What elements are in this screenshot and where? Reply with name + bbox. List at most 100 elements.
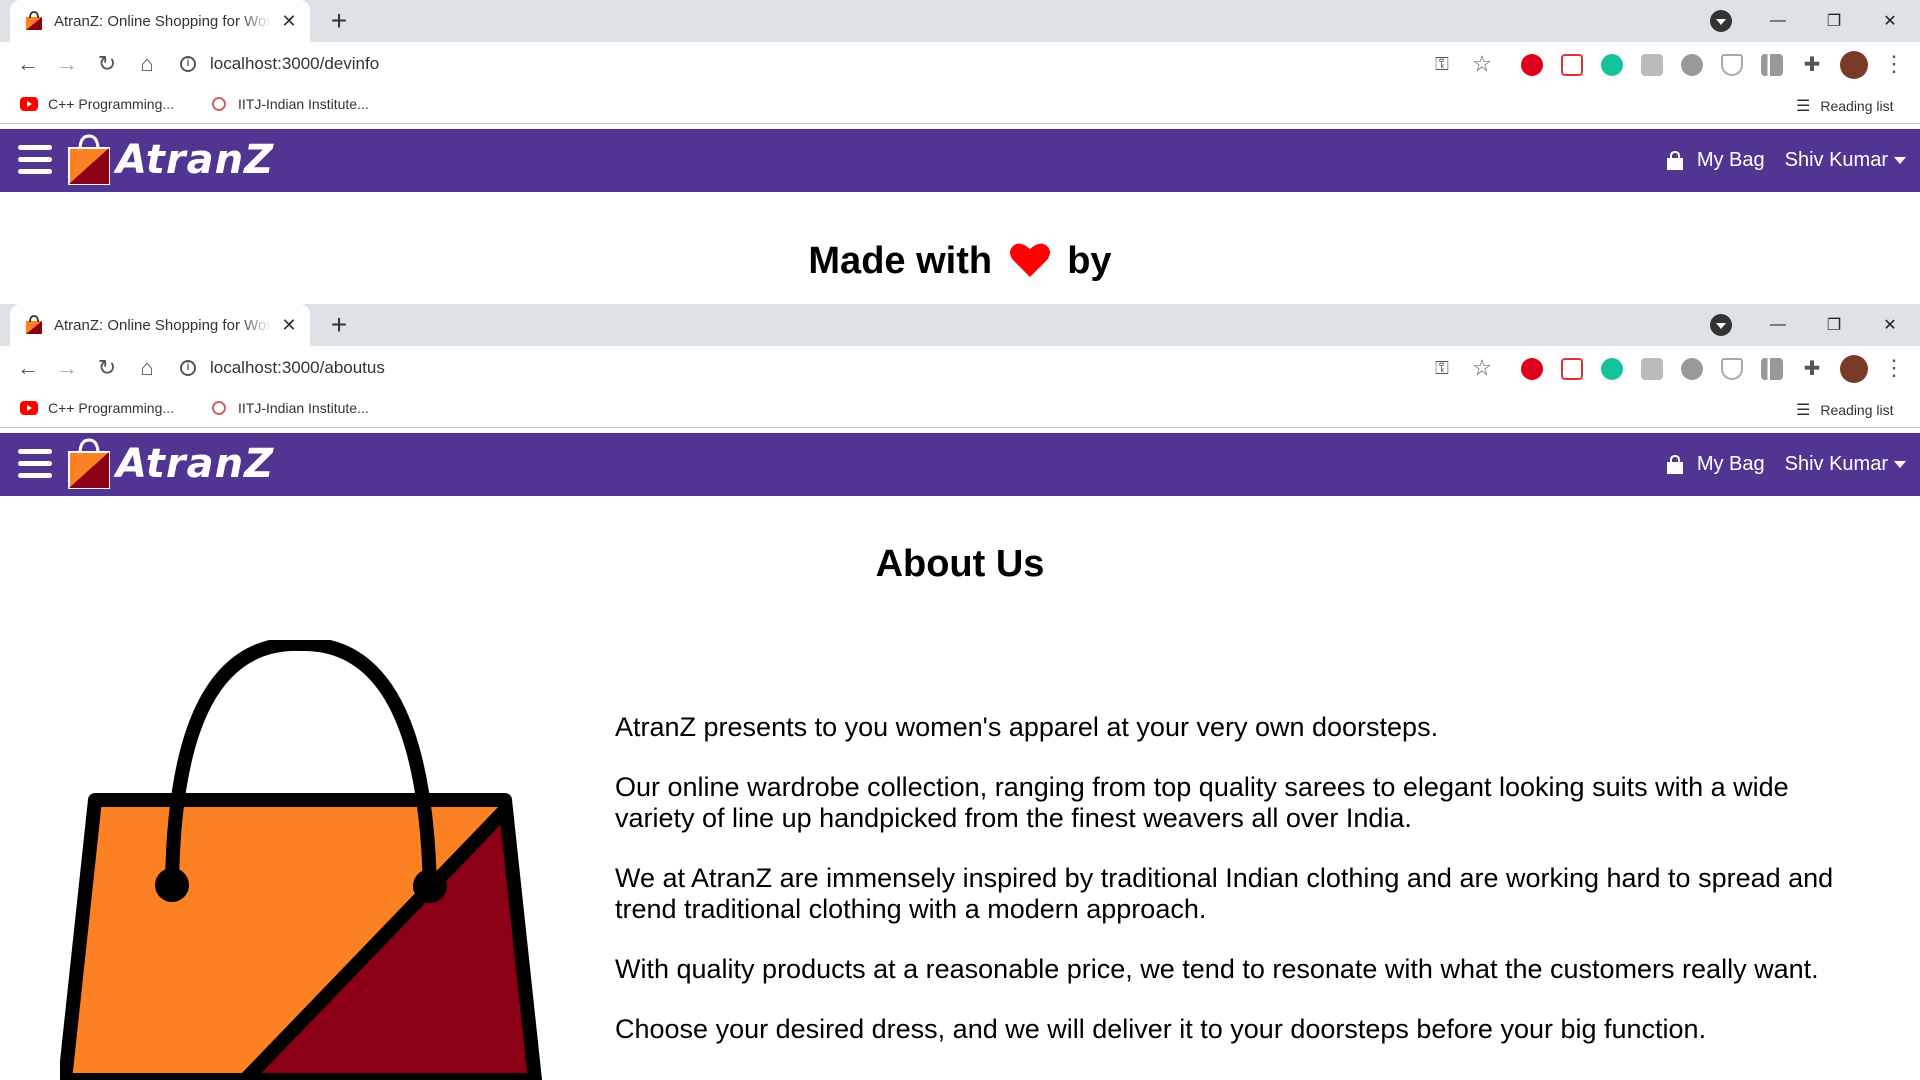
made-with-heading: Made with by [0, 240, 1920, 283]
my-bag-link[interactable]: My Bag [1697, 149, 1765, 172]
tab-close-icon[interactable]: ✕ [280, 315, 298, 336]
browser-window-2: AtranZ: Online Shopping for Women ✕ + — … [0, 304, 1920, 428]
bookmark-label: C++ Programming... [48, 400, 175, 416]
browser-tab[interactable]: AtranZ: Online Shopping for Women ✕ [10, 0, 310, 42]
tab-close-icon[interactable]: ✕ [280, 11, 298, 32]
tab-title: AtranZ: Online Shopping for Women [54, 12, 272, 30]
iitj-logo-icon [212, 401, 226, 415]
logo-text[interactable]: AtranZ [116, 441, 274, 487]
bookmarks-bar: C++ Programming... IITJ-Indian Institute… [0, 390, 1920, 428]
youtube-icon [20, 97, 38, 111]
key-icon[interactable]: ⚿ [1428, 50, 1456, 78]
caret-down-icon [1894, 461, 1906, 469]
user-menu[interactable]: Shiv Kumar [1785, 149, 1906, 172]
profile-avatar[interactable] [1840, 355, 1868, 383]
address-bar[interactable]: i localhost:3000/aboutus [180, 352, 1410, 384]
about-text: AtranZ presents to you women's apparel a… [615, 712, 1875, 1074]
url-text: localhost:3000/devinfo [210, 54, 380, 73]
restore-icon[interactable]: ❐ [1806, 304, 1862, 346]
reading-list-label: Reading list [1820, 98, 1894, 114]
bookmark-item[interactable]: IITJ-Indian Institute... [210, 96, 369, 112]
grammarly-icon[interactable] [1601, 358, 1623, 380]
extension-cloud-icon[interactable] [1681, 54, 1703, 76]
reading-list-button[interactable]: ☰ Reading list [1796, 96, 1894, 116]
shopping-bag-icon [1666, 150, 1683, 170]
menu-kebab-icon[interactable]: ⋮ [1880, 354, 1908, 382]
navbar-right: My Bag Shiv Kumar [1665, 129, 1906, 192]
bookmark-item[interactable]: C++ Programming... [20, 96, 174, 112]
about-paragraph: Choose your desired dress, and we will d… [615, 1014, 1707, 1044]
about-paragraph: We at AtranZ are immensely inspired by t… [615, 863, 1834, 924]
reload-icon[interactable]: ↻ [93, 50, 121, 78]
extension-cloud-icon[interactable] [1681, 358, 1703, 380]
browser-tab[interactable]: AtranZ: Online Shopping for Women ✕ [10, 304, 310, 346]
extension-pocket-icon[interactable] [1561, 54, 1583, 76]
extension-chart-icon[interactable] [1761, 54, 1783, 76]
iitj-logo-icon [212, 97, 226, 111]
close-window-icon[interactable]: ✕ [1862, 0, 1918, 42]
bookmark-label: IITJ-Indian Institute... [238, 96, 369, 112]
extensions-puzzle-icon[interactable]: ✚ [1798, 50, 1826, 78]
close-window-icon[interactable]: ✕ [1862, 304, 1918, 346]
extension-icon[interactable] [1641, 358, 1663, 380]
made-with-text: Made with [808, 240, 993, 282]
minimize-icon[interactable]: — [1750, 0, 1806, 42]
atranz-logo-icon[interactable] [66, 134, 112, 186]
my-bag-link[interactable]: My Bag [1697, 453, 1765, 476]
grammarly-icon[interactable] [1601, 54, 1623, 76]
key-icon[interactable]: ⚿ [1428, 354, 1456, 382]
bookmark-star-icon[interactable]: ☆ [1468, 50, 1496, 78]
back-icon[interactable]: ← [14, 50, 42, 78]
adblock-icon[interactable] [1521, 54, 1543, 76]
reload-icon[interactable]: ↻ [93, 354, 121, 382]
bookmark-label: C++ Programming... [48, 96, 175, 112]
tab-strip: AtranZ: Online Shopping for Women ✕ + — … [0, 304, 1920, 346]
extension-pocket-icon[interactable] [1561, 358, 1583, 380]
new-tab-icon[interactable]: + [325, 7, 353, 35]
menu-kebab-icon[interactable]: ⋮ [1880, 50, 1908, 78]
reading-list-icon: ☰ [1796, 402, 1811, 419]
user-name: Shiv Kumar [1784, 149, 1888, 171]
extension-shield-icon[interactable] [1721, 54, 1743, 76]
tab-strip: AtranZ: Online Shopping for Women ✕ + — … [0, 0, 1920, 42]
reading-list-icon: ☰ [1796, 98, 1811, 115]
bookmark-item[interactable]: C++ Programming... [20, 400, 174, 416]
hamburger-menu-icon[interactable] [18, 449, 52, 479]
bookmark-label: IITJ-Indian Institute... [238, 400, 369, 416]
hamburger-menu-icon[interactable] [18, 145, 52, 175]
atranz-logo-icon[interactable] [66, 438, 112, 490]
shopping-bag-icon [1666, 454, 1683, 474]
home-icon[interactable]: ⌂ [133, 50, 161, 78]
reading-list-button[interactable]: ☰ Reading list [1796, 400, 1894, 420]
atranz-favicon-icon [26, 11, 42, 30]
restore-icon[interactable]: ❐ [1806, 0, 1862, 42]
minimize-icon[interactable]: — [1750, 304, 1806, 346]
bookmark-item[interactable]: IITJ-Indian Institute... [210, 400, 369, 416]
back-icon[interactable]: ← [14, 354, 42, 382]
tab-search-icon[interactable] [1710, 10, 1732, 32]
extension-shield-icon[interactable] [1721, 358, 1743, 380]
logo-text[interactable]: AtranZ [116, 137, 274, 183]
bookmark-star-icon[interactable]: ☆ [1468, 354, 1496, 382]
user-menu[interactable]: Shiv Kumar [1785, 453, 1906, 476]
new-tab-icon[interactable]: + [325, 311, 353, 339]
profile-avatar[interactable] [1840, 51, 1868, 79]
forward-icon[interactable]: → [53, 354, 81, 382]
bookmarks-bar: C++ Programming... IITJ-Indian Institute… [0, 86, 1920, 124]
home-icon[interactable]: ⌂ [133, 354, 161, 382]
extension-chart-icon[interactable] [1761, 358, 1783, 380]
tab-search-icon[interactable] [1710, 314, 1732, 336]
info-icon[interactable]: i [180, 56, 196, 72]
tab-title: AtranZ: Online Shopping for Women [54, 316, 272, 334]
about-us-heading: About Us [875, 543, 1045, 585]
address-bar[interactable]: i localhost:3000/devinfo [180, 48, 1410, 80]
extensions-puzzle-icon[interactable]: ✚ [1798, 354, 1826, 382]
user-name: Shiv Kumar [1784, 453, 1888, 475]
adblock-icon[interactable] [1521, 358, 1543, 380]
forward-icon[interactable]: → [53, 50, 81, 78]
extension-icon[interactable] [1641, 54, 1663, 76]
heart-icon [1009, 243, 1050, 277]
app-navbar: AtranZ My Bag Shiv Kumar [0, 129, 1920, 192]
info-icon[interactable]: i [180, 360, 196, 376]
app-navbar: AtranZ My Bag Shiv Kumar [0, 433, 1920, 496]
